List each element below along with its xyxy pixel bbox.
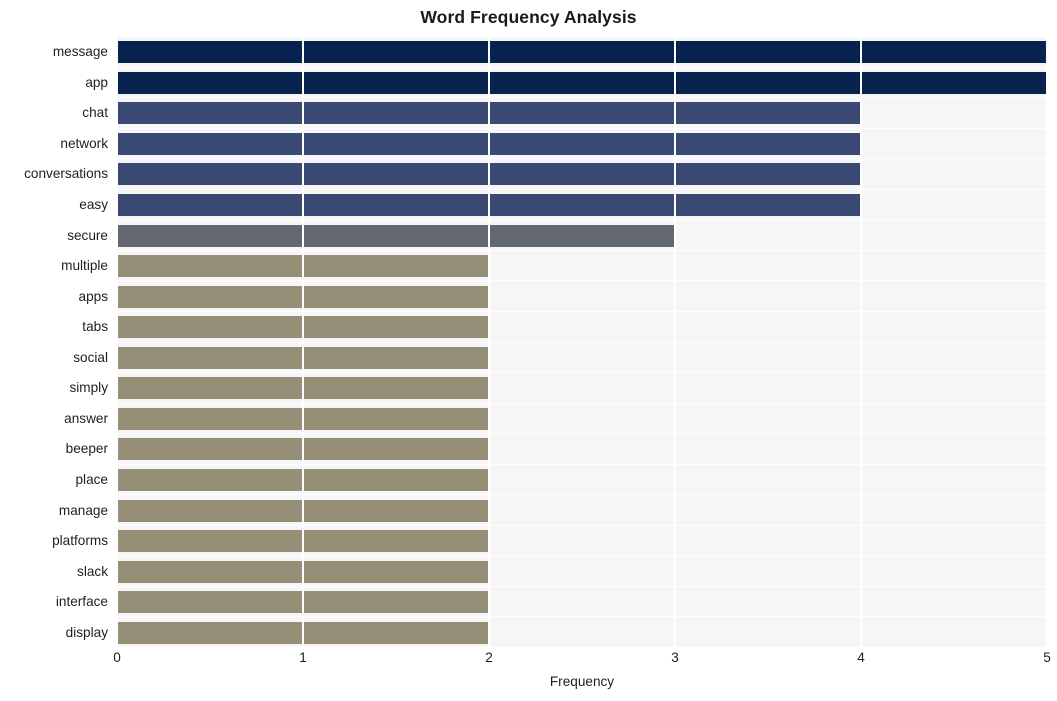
y-axis-tick-label: conversations [24, 166, 108, 181]
horizontal-gridline [117, 67, 1047, 69]
vertical-gridline-5 [1046, 37, 1047, 648]
horizontal-gridline [117, 616, 1047, 618]
y-axis-tick-label: message [52, 44, 108, 59]
horizontal-gridline [117, 464, 1047, 466]
y-axis-tick-label: chat [82, 105, 108, 120]
horizontal-gridline [117, 403, 1047, 405]
horizontal-gridline [117, 189, 1047, 191]
vertical-gridline-0 [117, 37, 118, 648]
horizontal-gridline [117, 311, 1047, 313]
horizontal-gridline [117, 250, 1047, 252]
y-axis-tick-label: platforms [52, 533, 108, 548]
horizontal-gridline [117, 128, 1047, 130]
y-axis-tick-label: multiple [61, 258, 108, 273]
y-axis-tick-label: beeper [65, 441, 108, 456]
bar[interactable] [117, 225, 675, 247]
y-axis-tick-label: slack [77, 564, 108, 579]
vertical-gridline-2 [488, 37, 490, 648]
x-axis-tick-label: 5 [1043, 650, 1051, 665]
y-axis-tick-label: network [60, 136, 108, 151]
horizontal-gridline [117, 555, 1047, 557]
horizontal-gridline [117, 647, 1047, 648]
x-axis-title: Frequency [549, 674, 615, 689]
chart-figure: Word Frequency Analysis message app chat ne… [0, 0, 1057, 701]
vertical-gridline-1 [302, 37, 304, 648]
y-axis-tick-label: display [65, 625, 108, 640]
y-axis-tick-label: place [75, 472, 109, 487]
horizontal-gridline [117, 280, 1047, 282]
y-axis-tick-label: answer [64, 411, 108, 426]
x-axis-tick-label: 4 [857, 650, 865, 665]
x-axis-tick-label: 2 [485, 650, 493, 665]
y-axis-tick-label: secure [67, 228, 108, 243]
horizontal-gridline [117, 494, 1047, 496]
y-axis-tick-label: simply [69, 380, 108, 395]
y-axis-tick-label: app [85, 75, 108, 90]
chart-title: Word Frequency Analysis [420, 7, 637, 27]
y-axis-tick-label: manage [58, 503, 108, 518]
horizontal-gridline [117, 97, 1047, 99]
vertical-gridline-3 [674, 37, 676, 648]
horizontal-gridline [117, 342, 1047, 344]
y-axis-tick-label: interface [55, 594, 108, 609]
bar[interactable] [117, 72, 1047, 94]
bar[interactable] [117, 41, 1047, 63]
y-axis-tick-label: social [73, 350, 108, 365]
x-axis-tick-label: 1 [299, 650, 307, 665]
vertical-gridline-4 [860, 37, 862, 648]
x-axis-tick-label: 0 [113, 650, 121, 665]
horizontal-gridline [117, 372, 1047, 374]
y-axis-tick-label: tabs [82, 319, 108, 334]
y-axis-tick-label: apps [78, 289, 108, 304]
horizontal-gridline [117, 433, 1047, 435]
horizontal-gridline [117, 525, 1047, 527]
x-axis-tick-labels: 0 1 2 3 4 5 [113, 650, 1051, 674]
horizontal-gridline [117, 219, 1047, 221]
horizontal-gridline [117, 586, 1047, 588]
y-axis-tick-label: easy [79, 197, 108, 212]
x-axis-tick-label: 3 [671, 650, 679, 665]
horizontal-gridline [117, 158, 1047, 160]
